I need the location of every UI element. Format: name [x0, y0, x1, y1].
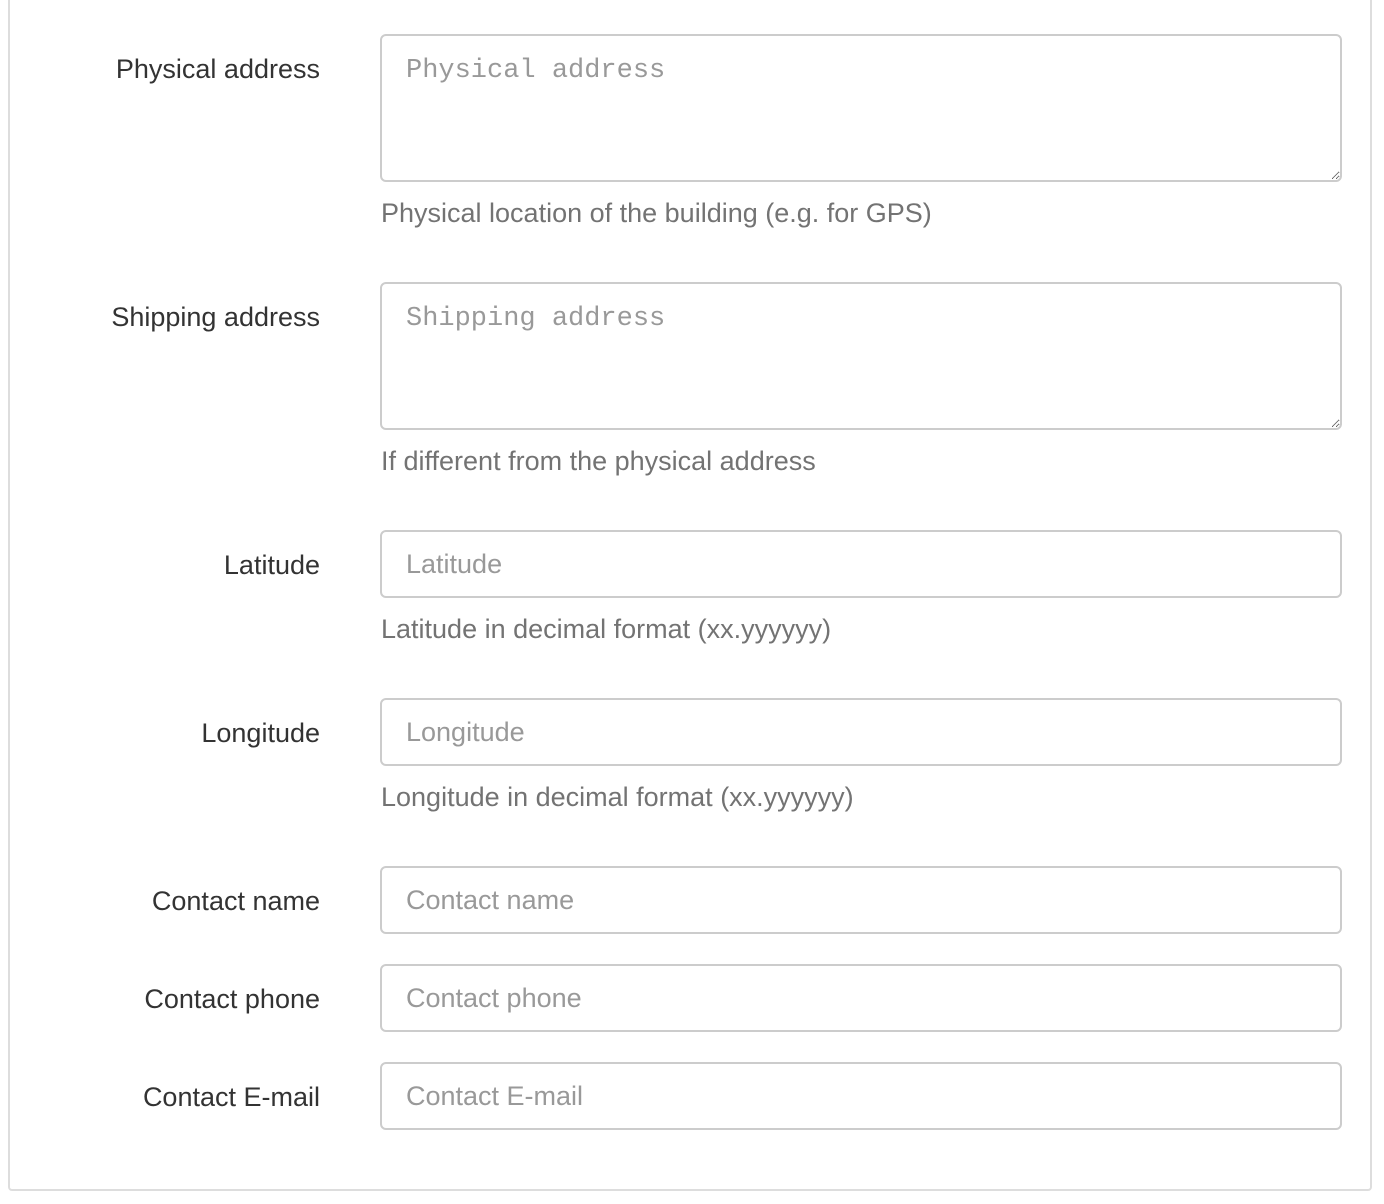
contact-phone-label: Contact phone [144, 984, 320, 1014]
latitude-label: Latitude [223, 550, 320, 580]
contact-phone-input[interactable] [380, 964, 1342, 1032]
physical-address-label: Physical address [115, 54, 320, 84]
shipping-address-help: If different from the physical address [381, 446, 816, 476]
latitude-input[interactable] [380, 530, 1342, 598]
contact-name-label: Contact name [151, 886, 320, 916]
contact-email-label: Contact E-mail [142, 1082, 320, 1112]
latitude-help: Latitude in decimal format (xx.yyyyyy) [381, 614, 832, 644]
longitude-help: Longitude in decimal format (xx.yyyyyy) [381, 782, 854, 812]
longitude-label: Longitude [201, 718, 320, 748]
shipping-address-label: Shipping address [111, 302, 320, 332]
contact-email-input[interactable] [380, 1062, 1342, 1130]
contact-name-input[interactable] [380, 866, 1342, 934]
physical-address-textarea[interactable] [380, 34, 1342, 182]
shipping-address-textarea[interactable] [380, 282, 1342, 430]
physical-address-help: Physical location of the building (e.g. … [381, 198, 932, 228]
longitude-input[interactable] [380, 698, 1342, 766]
